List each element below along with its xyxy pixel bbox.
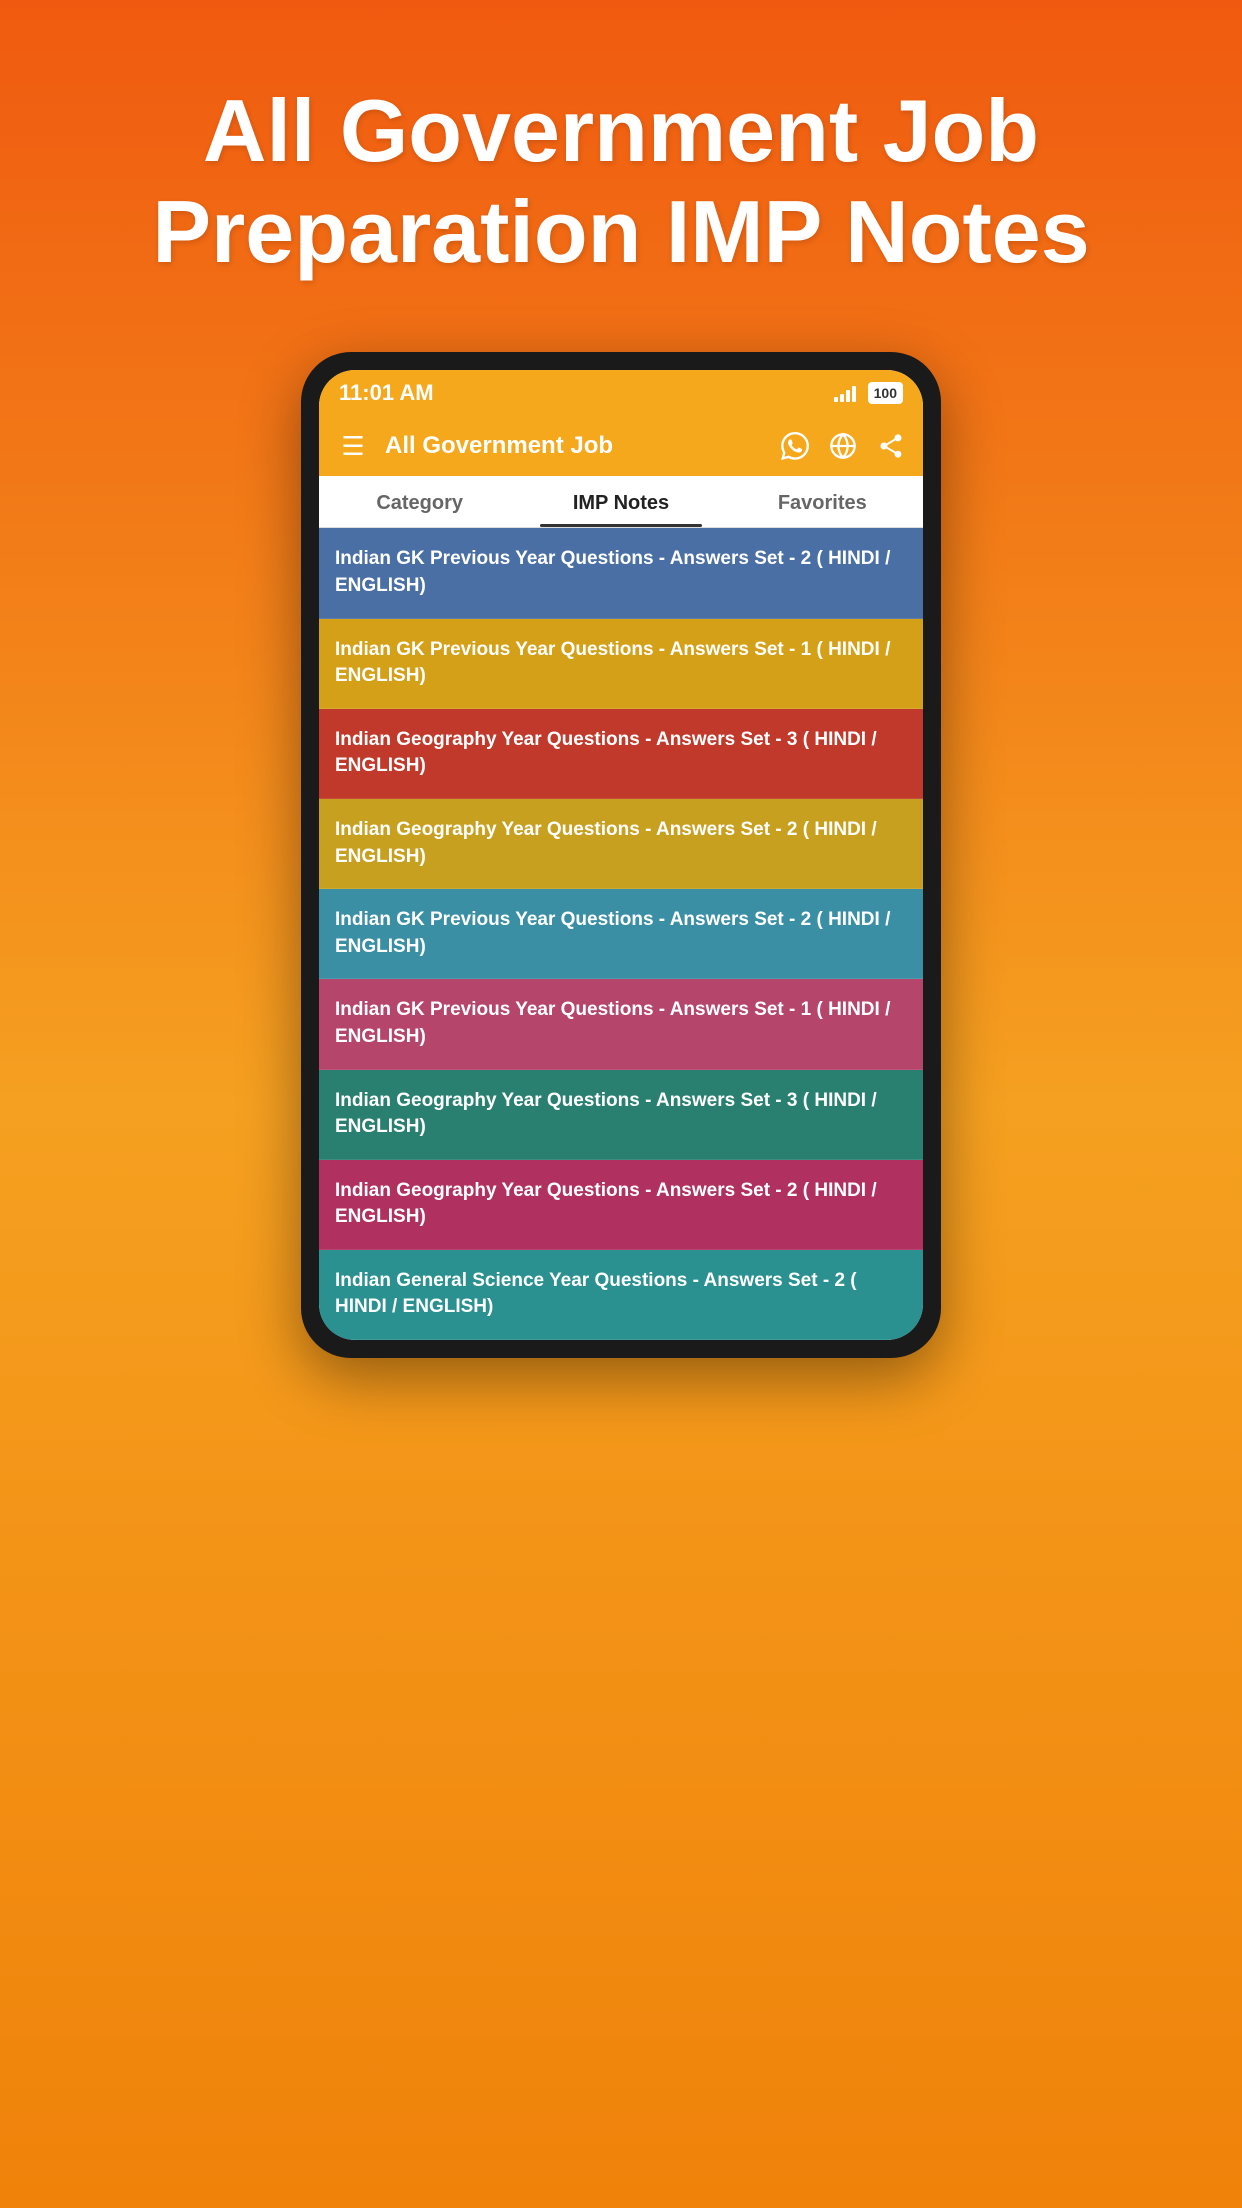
app-bar-actions	[779, 430, 907, 462]
list-item[interactable]: Indian General Science Year Questions - …	[319, 1250, 923, 1340]
list-container: Indian GK Previous Year Questions - Answ…	[319, 528, 923, 1340]
list-item[interactable]: Indian Geography Year Questions - Answer…	[319, 1160, 923, 1250]
app-bar: ☰ All Government Job	[319, 416, 923, 476]
status-time: 11:01 AM	[339, 380, 434, 406]
battery-indicator: 100	[868, 382, 903, 404]
list-item[interactable]: Indian Geography Year Questions - Answer…	[319, 1070, 923, 1160]
status-bar: 11:01 AM 100	[319, 370, 923, 416]
tab-category[interactable]: Category	[319, 476, 520, 527]
list-item[interactable]: Indian Geography Year Questions - Answer…	[319, 799, 923, 889]
list-item[interactable]: Indian GK Previous Year Questions - Answ…	[319, 619, 923, 709]
signal-icon	[834, 384, 856, 402]
phone-screen: 11:01 AM 100 ☰ All Government Job	[319, 370, 923, 1340]
status-icons: 100	[834, 382, 903, 404]
phone-mockup: 11:01 AM 100 ☰ All Government Job	[301, 352, 941, 1358]
list-item[interactable]: Indian GK Previous Year Questions - Answ…	[319, 979, 923, 1069]
hamburger-icon[interactable]: ☰	[335, 431, 371, 462]
whatsapp-icon[interactable]	[779, 430, 811, 462]
globe-icon[interactable]	[827, 430, 859, 462]
page-title: All Government Job Preparation IMP Notes	[0, 0, 1242, 342]
list-item[interactable]: Indian Geography Year Questions - Answer…	[319, 709, 923, 799]
app-bar-title: All Government Job	[385, 432, 769, 460]
tab-favorites[interactable]: Favorites	[722, 476, 923, 527]
list-item[interactable]: Indian GK Previous Year Questions - Answ…	[319, 528, 923, 618]
tab-imp-notes[interactable]: IMP Notes	[520, 476, 721, 527]
share-icon[interactable]	[875, 430, 907, 462]
list-item[interactable]: Indian GK Previous Year Questions - Answ…	[319, 889, 923, 979]
tabs-bar: Category IMP Notes Favorites	[319, 476, 923, 528]
